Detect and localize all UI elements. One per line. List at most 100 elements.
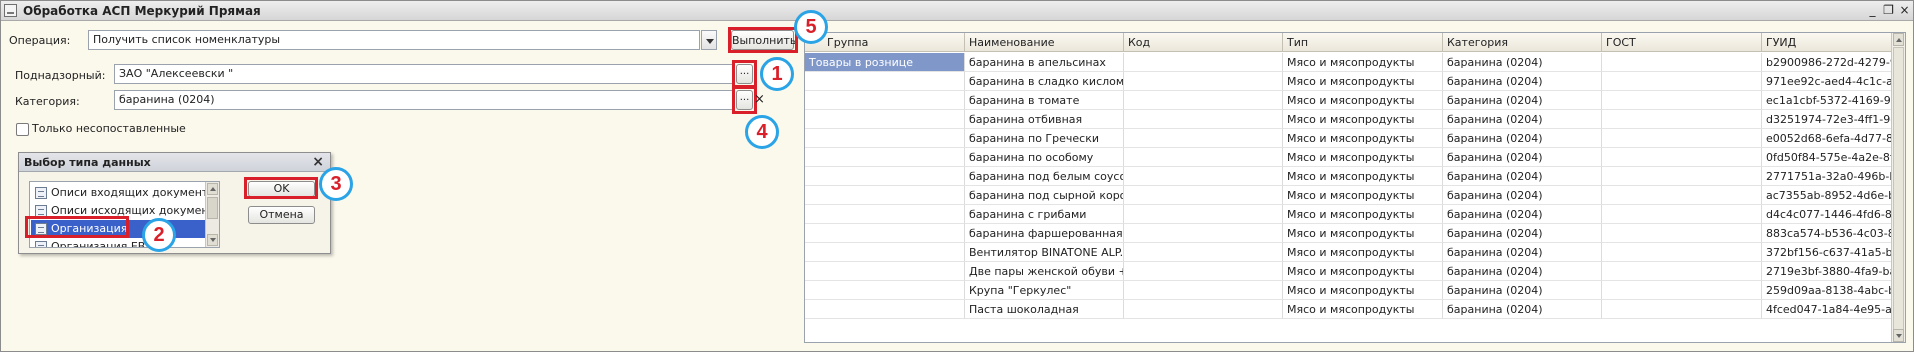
cell-category: баранина (0204): [1443, 148, 1602, 167]
nomenclature-table[interactable]: Группа Наименование Код Тип Категория ГО…: [804, 32, 1906, 343]
minimize-button[interactable]: _: [1865, 3, 1880, 18]
cell-code: [1124, 281, 1283, 300]
table-row[interactable]: баранина под белым соусом Мясо и мясопрод…: [805, 167, 1893, 186]
cell-code: [1124, 72, 1283, 91]
table-header: Группа Наименование Код Тип Категория ГО…: [805, 33, 1893, 52]
cell-guid: 883ca574-b536-4c03-840a-75...: [1762, 224, 1893, 243]
cell-guid: d3251974-72e3-4ff1-9c7a-bfa...: [1762, 110, 1893, 129]
cell-category: баранина (0204): [1443, 205, 1602, 224]
chevron-down-icon[interactable]: [701, 30, 717, 50]
cell-group: [805, 224, 965, 243]
cell-category: баранина (0204): [1443, 53, 1602, 72]
table-row[interactable]: баранина с грибами Мясо и мясопродукты бар…: [805, 205, 1893, 224]
column-header-guid[interactable]: ГУИД: [1762, 33, 1893, 52]
table-row[interactable]: Паста шоколадная Мясо и мясопродукты баран…: [805, 300, 1893, 319]
cell-category: баранина (0204): [1443, 243, 1602, 262]
cell-category: баранина (0204): [1443, 110, 1602, 129]
cell-category: баранина (0204): [1443, 300, 1602, 319]
table-row[interactable]: баранина под сырной коро... Мясо и мясопр…: [805, 186, 1893, 205]
list-item[interactable]: Организация EBA: [31, 238, 206, 247]
cell-code: [1124, 148, 1283, 167]
cell-category: баранина (0204): [1443, 129, 1602, 148]
cell-guid: 372bf156-c637-41a5-b49f-070...: [1762, 243, 1893, 262]
callout-2: 2: [142, 218, 176, 252]
cell-type: Мясо и мясопродукты: [1283, 205, 1443, 224]
callout-1: 1: [760, 57, 794, 91]
scroll-down-icon[interactable]: [1893, 329, 1904, 342]
cell-gost: [1602, 186, 1762, 205]
table-row[interactable]: Две пары женской обуви +... Мясо и мясопр…: [805, 262, 1893, 281]
scroll-up-icon[interactable]: [207, 183, 218, 195]
callout-5: 5: [794, 10, 828, 44]
cell-group: [805, 243, 965, 262]
cell-type: Мясо и мясопродукты: [1283, 262, 1443, 281]
column-header-name[interactable]: Наименование: [965, 33, 1124, 52]
close-button[interactable]: ×: [1897, 3, 1912, 18]
cell-guid: 4fced047-1a84-4e95-a336-27...: [1762, 300, 1893, 319]
column-header-group[interactable]: Группа: [805, 33, 965, 52]
cell-guid: 0fd50f84-575e-4a2e-8f55-360f...: [1762, 148, 1893, 167]
cell-guid: 259d09aa-8138-4abc-bea4-18...: [1762, 281, 1893, 300]
unmatched-only-label: Только несопоставленные: [32, 122, 186, 135]
cell-type: Мясо и мясопродукты: [1283, 224, 1443, 243]
column-header-code[interactable]: Код: [1124, 33, 1283, 52]
catalog-icon: [35, 187, 47, 199]
cell-category: баранина (0204): [1443, 224, 1602, 243]
operation-select[interactable]: Получить список номенклатуры: [88, 30, 700, 50]
list-item[interactable]: Описи входящих документов, ...: [31, 184, 206, 202]
category-field[interactable]: баранина (0204): [114, 90, 735, 110]
list-item-label: Описи входящих документов, ...: [51, 186, 206, 199]
cell-gost: [1602, 262, 1762, 281]
cell-group: [805, 72, 965, 91]
cell-gost: [1602, 129, 1762, 148]
table-row[interactable]: баранина фаршерованная ... Мясо и мясопро…: [805, 224, 1893, 243]
column-header-type[interactable]: Тип: [1283, 33, 1443, 52]
cell-gost: [1602, 53, 1762, 72]
list-scrollbar[interactable]: [205, 182, 219, 247]
table-scrollbar[interactable]: [1891, 33, 1905, 342]
cell-type: Мясо и мясопродукты: [1283, 91, 1443, 110]
cell-group: [805, 167, 965, 186]
cell-group: [805, 186, 965, 205]
table-row[interactable]: баранина в сладко кислом ... Мясо и мясоп…: [805, 72, 1893, 91]
cell-type: Мясо и мясопродукты: [1283, 281, 1443, 300]
restore-button[interactable]: ❐: [1881, 3, 1896, 18]
table-row[interactable]: баранина в томате Мясо и мясопродукты бара…: [805, 91, 1893, 110]
table-row[interactable]: баранина по особому Мясо и мясопродукты ба…: [805, 148, 1893, 167]
clear-icon[interactable]: ×: [754, 92, 765, 107]
table-row[interactable]: Крупа "Геркулес" Мясо и мясопродукты баран…: [805, 281, 1893, 300]
table-row[interactable]: Вентилятор BINATONE ALP... Мясо и мясопро…: [805, 243, 1893, 262]
cell-type: Мясо и мясопродукты: [1283, 167, 1443, 186]
annotation-box-ok: [244, 177, 318, 199]
cell-category: баранина (0204): [1443, 186, 1602, 205]
cell-name: баранина по Гречески: [965, 129, 1124, 148]
cell-type: Мясо и мясопродукты: [1283, 129, 1443, 148]
cell-name: баранина отбивная: [965, 110, 1124, 129]
cell-type: Мясо и мясопродукты: [1283, 53, 1443, 72]
cell-type: Мясо и мясопродукты: [1283, 300, 1443, 319]
table-row[interactable]: баранина отбивная Мясо и мясопродукты бара…: [805, 110, 1893, 129]
unmatched-only-checkbox[interactable]: [16, 123, 29, 136]
scroll-thumb[interactable]: [207, 197, 218, 219]
table-row[interactable]: Товары в рознице баранина в апельсинах Мяс…: [805, 53, 1893, 72]
cell-code: [1124, 205, 1283, 224]
cell-name: баранина в апельсинах: [965, 53, 1124, 72]
supervised-field[interactable]: ЗАО "Алексеевски ": [114, 64, 735, 84]
table-row[interactable]: баранина по Гречески Мясо и мясопродукты б…: [805, 129, 1893, 148]
cell-guid: ac7355ab-8952-4d6e-b815-a0...: [1762, 186, 1893, 205]
scroll-thumb[interactable]: [1893, 47, 1904, 339]
cell-guid: e0052d68-6efa-4d77-8075-ee...: [1762, 129, 1893, 148]
cell-group: [805, 110, 965, 129]
cell-gost: [1602, 72, 1762, 91]
cell-code: [1124, 224, 1283, 243]
cell-gost: [1602, 243, 1762, 262]
cancel-button[interactable]: Отмена: [248, 206, 315, 224]
cell-code: [1124, 91, 1283, 110]
dialog-close-icon[interactable]: ×: [312, 154, 324, 170]
scroll-down-icon[interactable]: [207, 234, 218, 246]
column-header-category[interactable]: Категория: [1443, 33, 1602, 52]
cell-category: баранина (0204): [1443, 72, 1602, 91]
cell-name: баранина под белым соусом: [965, 167, 1124, 186]
scroll-up-icon[interactable]: [1893, 33, 1904, 46]
column-header-gost[interactable]: ГОСТ: [1602, 33, 1762, 52]
